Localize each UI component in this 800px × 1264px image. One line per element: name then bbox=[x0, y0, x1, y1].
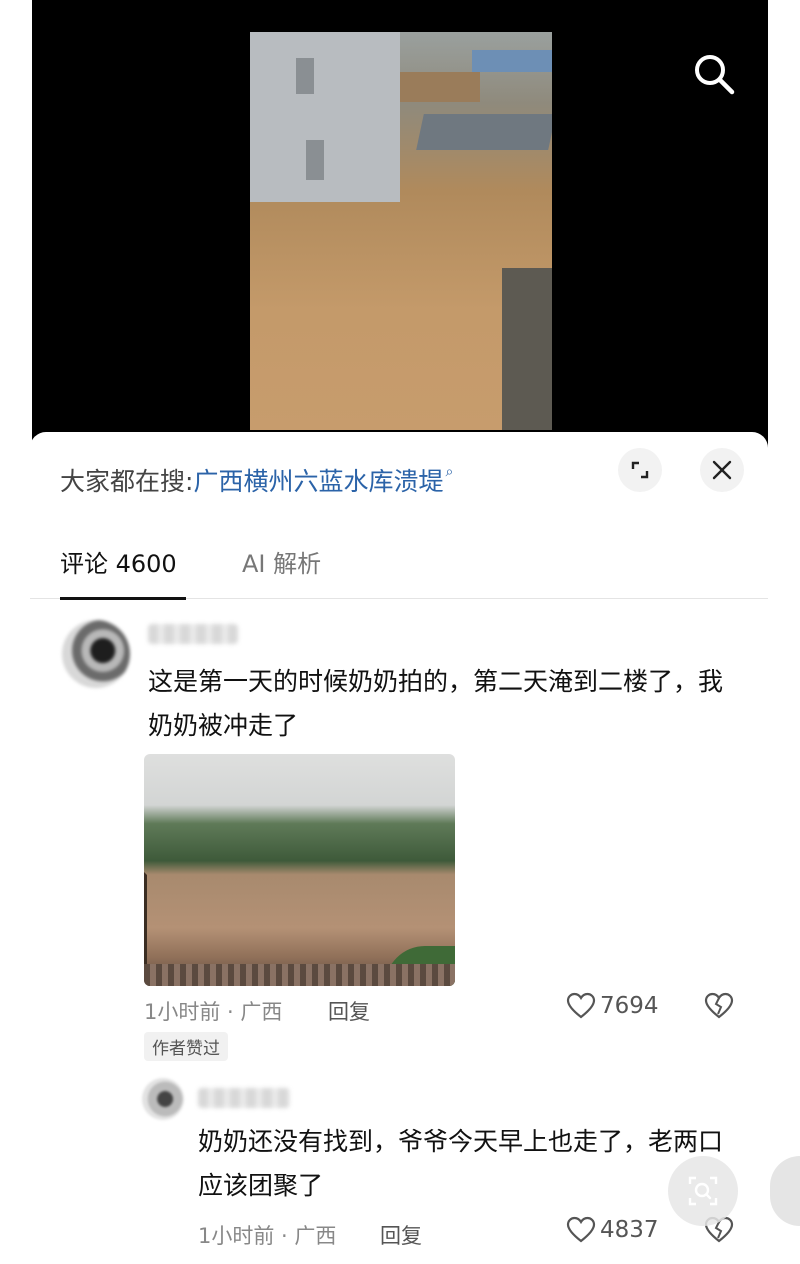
flooded-building bbox=[250, 32, 400, 202]
dislike-button[interactable] bbox=[704, 992, 734, 1024]
blurred-username[interactable] bbox=[198, 1088, 290, 1108]
video-frame[interactable] bbox=[250, 32, 552, 430]
photo-tree bbox=[144, 872, 257, 975]
author-liked-badge: 作者赞过 bbox=[144, 1032, 228, 1061]
photo-railing bbox=[144, 964, 455, 986]
like-count: 4837 bbox=[600, 1217, 659, 1243]
small-search-icon: ⌕ bbox=[445, 464, 454, 480]
expand-button[interactable] bbox=[618, 448, 662, 492]
comment-text: 这是第一天的时候奶奶拍的，第二天淹到二楼了，我奶奶被冲走了 bbox=[148, 667, 724, 740]
reply-avatar[interactable] bbox=[142, 1078, 184, 1120]
like-button[interactable]: 4837 bbox=[566, 1216, 659, 1244]
tab-comments[interactable]: 评论 4600 bbox=[60, 544, 177, 579]
broken-heart-icon bbox=[704, 992, 734, 1019]
rooftop bbox=[400, 72, 480, 102]
avatar[interactable] bbox=[62, 620, 130, 688]
flooded-building bbox=[502, 268, 552, 430]
visual-search-icon bbox=[688, 1176, 718, 1206]
floating-action-button[interactable] bbox=[770, 1156, 800, 1226]
reply-text: 奶奶还没有找到，爷爷今天早上也走了，老两口应该团聚了 bbox=[198, 1127, 724, 1200]
active-tab-indicator bbox=[60, 597, 186, 600]
heart-icon bbox=[566, 992, 596, 1019]
hot-search-prefix: 大家都在搜: bbox=[60, 467, 194, 496]
close-icon bbox=[712, 460, 732, 480]
heart-icon bbox=[566, 1216, 596, 1243]
comment-tabs: 评论 4600 AI 解析 bbox=[30, 532, 768, 600]
video-player[interactable] bbox=[32, 0, 768, 470]
like-button[interactable]: 7694 bbox=[566, 992, 659, 1020]
reply-meta: 1小时前 · 广西 bbox=[198, 1224, 337, 1248]
expand-icon bbox=[631, 461, 649, 479]
hot-search-link[interactable]: 广西横州六蓝水库溃堤 bbox=[193, 467, 443, 496]
tab-ai-analysis[interactable]: AI 解析 bbox=[242, 544, 321, 579]
search-icon bbox=[695, 55, 735, 95]
comment-meta: 1小时前 · 广西 bbox=[144, 1000, 283, 1024]
close-button[interactable] bbox=[700, 448, 744, 492]
hot-search-bar[interactable]: 大家都在搜:广西横州六蓝水库溃堤 ⌕ bbox=[60, 462, 453, 498]
comment-photo[interactable] bbox=[144, 754, 455, 986]
reply-button[interactable]: 回复 bbox=[328, 996, 370, 1026]
like-count: 7694 bbox=[600, 993, 659, 1019]
rooftop bbox=[472, 50, 552, 72]
search-button[interactable] bbox=[692, 52, 736, 96]
reply-button[interactable]: 回复 bbox=[380, 1220, 422, 1250]
rooftop bbox=[416, 114, 552, 150]
blurred-username[interactable] bbox=[148, 624, 238, 644]
visual-search-button[interactable] bbox=[668, 1156, 738, 1226]
